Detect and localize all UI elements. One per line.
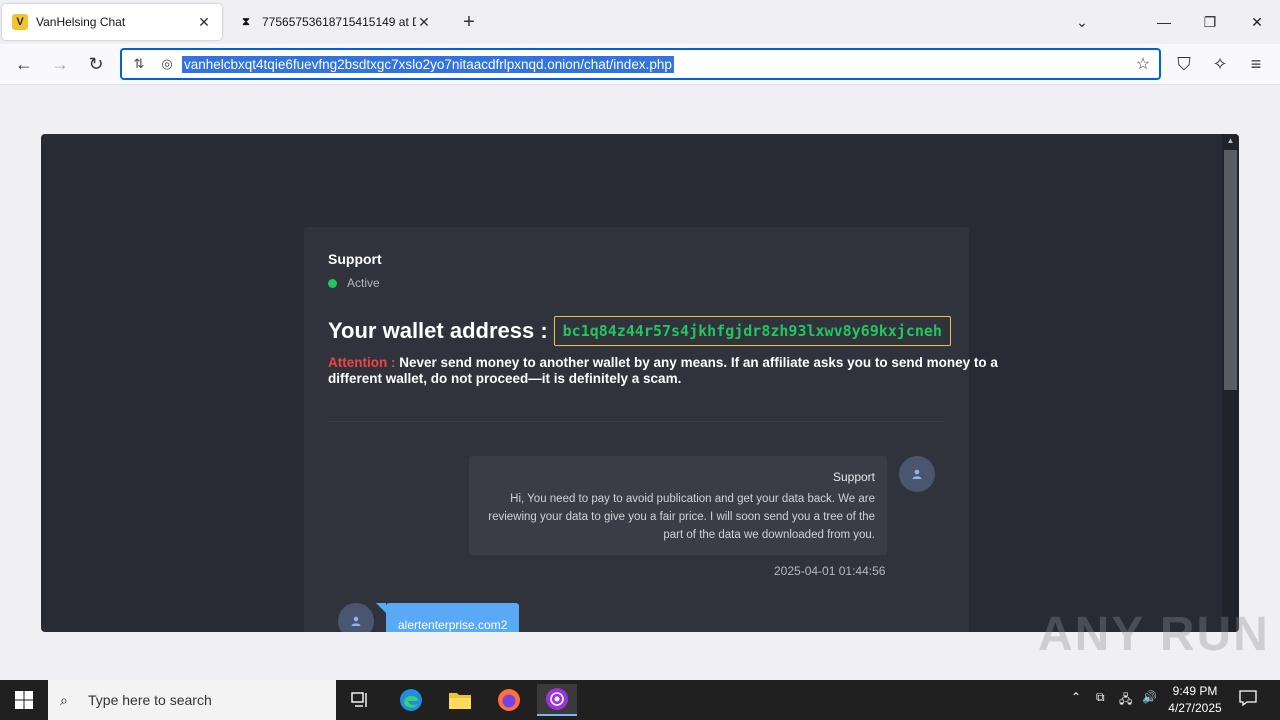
message-text: Hi, You need to pay to avoid publication… [488, 493, 875, 541]
onion-icon[interactable]: ◎ [156, 53, 178, 75]
tab-title: 77565753618715415149 at DuckDuck [262, 15, 416, 29]
status-text: Active [347, 276, 380, 290]
close-window-icon[interactable]: ✕ [1245, 10, 1269, 34]
start-button[interactable] [0, 680, 48, 720]
tor-browser-icon[interactable] [537, 684, 577, 716]
close-tab-icon[interactable]: ✕ [416, 14, 432, 30]
divider [328, 421, 945, 422]
scrollbar[interactable]: ▲ [1222, 134, 1239, 632]
close-tab-icon[interactable]: ✕ [196, 14, 212, 30]
message-sender: Support [832, 470, 875, 484]
wallet-address[interactable]: bc1q84z44r57s4jkhfgjdr8zh93lxwv8y69kxjcn… [553, 316, 951, 346]
tray-app-icon[interactable]: ⧉ [1096, 690, 1105, 705]
tab-list-chevron-icon[interactable]: ⌄ [1070, 10, 1094, 34]
status-indicator: Active [328, 276, 380, 290]
url-text[interactable]: vanhelcbxqt4tqie6fuevfng2bsdtxgc7xslo2yo… [182, 55, 674, 73]
tab-bar: V VanHelsing Chat ✕ ⧗ 775657536187154151… [0, 0, 1280, 44]
bookmark-star-icon[interactable]: ☆ [1133, 54, 1153, 74]
support-message: Support Hi, You need to pay to avoid pub… [469, 456, 887, 555]
search-placeholder: Type here to search [88, 692, 212, 708]
chat-panel: Support Active Your wallet address : bc1… [304, 227, 998, 632]
tab-vanhelsing-chat[interactable]: V VanHelsing Chat ✕ [2, 4, 222, 40]
support-name: Support [328, 251, 382, 267]
windows-logo-icon [15, 691, 33, 709]
forward-icon[interactable]: → [48, 52, 72, 76]
shield-icon[interactable]: ⛉ [1172, 52, 1196, 76]
reload-icon[interactable]: ↻ [84, 52, 108, 76]
taskbar-search[interactable]: ⌕ Type here to search [48, 680, 336, 720]
taskbar-clock[interactable]: 9:49 PM 4/27/2025 [1160, 683, 1230, 717]
navigation-bar: ← → ↻ ⇅ ◎ vanhelcbxqt4tqie6fuevfng2bsdtx… [0, 44, 1280, 85]
wallet-row: Your wallet address : bc1q84z44r57s4jkhf… [328, 316, 951, 346]
taskbar: ⌕ Type here to search ⌃ ⧉ 🖧 🔊 9:49 PM 4/… [0, 680, 1280, 720]
chat-page: Support Active Your wallet address : bc1… [41, 134, 1239, 632]
wallet-label: Your wallet address : [328, 318, 548, 343]
scroll-up-icon[interactable]: ▲ [1226, 136, 1235, 145]
network-icon[interactable]: 🖧 [1119, 690, 1132, 711]
vh-logo-icon: V [12, 14, 28, 30]
restore-icon[interactable]: ❐ [1198, 10, 1222, 34]
notifications-icon[interactable] [1239, 690, 1257, 709]
edge-icon[interactable] [391, 684, 431, 716]
scrollbar-thumb[interactable] [1224, 150, 1237, 390]
new-tab-button[interactable]: + [458, 12, 480, 34]
clock-date: 4/27/2025 [1168, 701, 1222, 715]
user-message: alertenterprise.com2 [376, 603, 519, 632]
minimize-icon[interactable]: — [1152, 10, 1176, 34]
firefox-icon[interactable] [489, 684, 529, 716]
tab-duckduckgo[interactable]: ⧗ 77565753618715415149 at DuckDuck ✕ [228, 4, 442, 40]
url-bar[interactable]: ⇅ ◎ vanhelcbxqt4tqie6fuevfng2bsdtxgc7xsl… [120, 48, 1161, 80]
support-avatar-icon [899, 456, 935, 492]
new-identity-icon[interactable]: ✧ [1208, 52, 1232, 76]
bubble-notch [376, 603, 386, 613]
tray-chevron-up-icon[interactable]: ⌃ [1071, 690, 1081, 704]
message-timestamp: 2025-04-01 01:44:56 [774, 564, 886, 578]
page-viewport: Support Active Your wallet address : bc1… [0, 85, 1280, 680]
back-icon[interactable]: ← [12, 52, 36, 76]
attention-text: Never send money to another wallet by an… [328, 355, 998, 386]
file-explorer-icon[interactable] [440, 684, 480, 716]
hourglass-icon: ⧗ [242, 15, 250, 28]
anyrun-watermark: ANY RUN [1038, 608, 1270, 661]
search-icon: ⌕ [60, 691, 68, 708]
task-view-icon[interactable] [340, 684, 380, 716]
tab-title: VanHelsing Chat [36, 15, 126, 29]
clock-time: 9:49 PM [1172, 684, 1218, 698]
user-avatar-icon [338, 603, 374, 632]
attention-label: Attention : [328, 355, 396, 370]
volume-icon[interactable]: 🔊 [1142, 690, 1157, 704]
menu-icon[interactable]: ≡ [1244, 52, 1268, 76]
tor-circuit-icon[interactable]: ⇅ [128, 53, 150, 75]
message-text: alertenterprise.com2 [398, 618, 508, 632]
attention-notice: Attention : Never send money to another … [328, 355, 1008, 387]
status-dot-icon [328, 278, 337, 288]
